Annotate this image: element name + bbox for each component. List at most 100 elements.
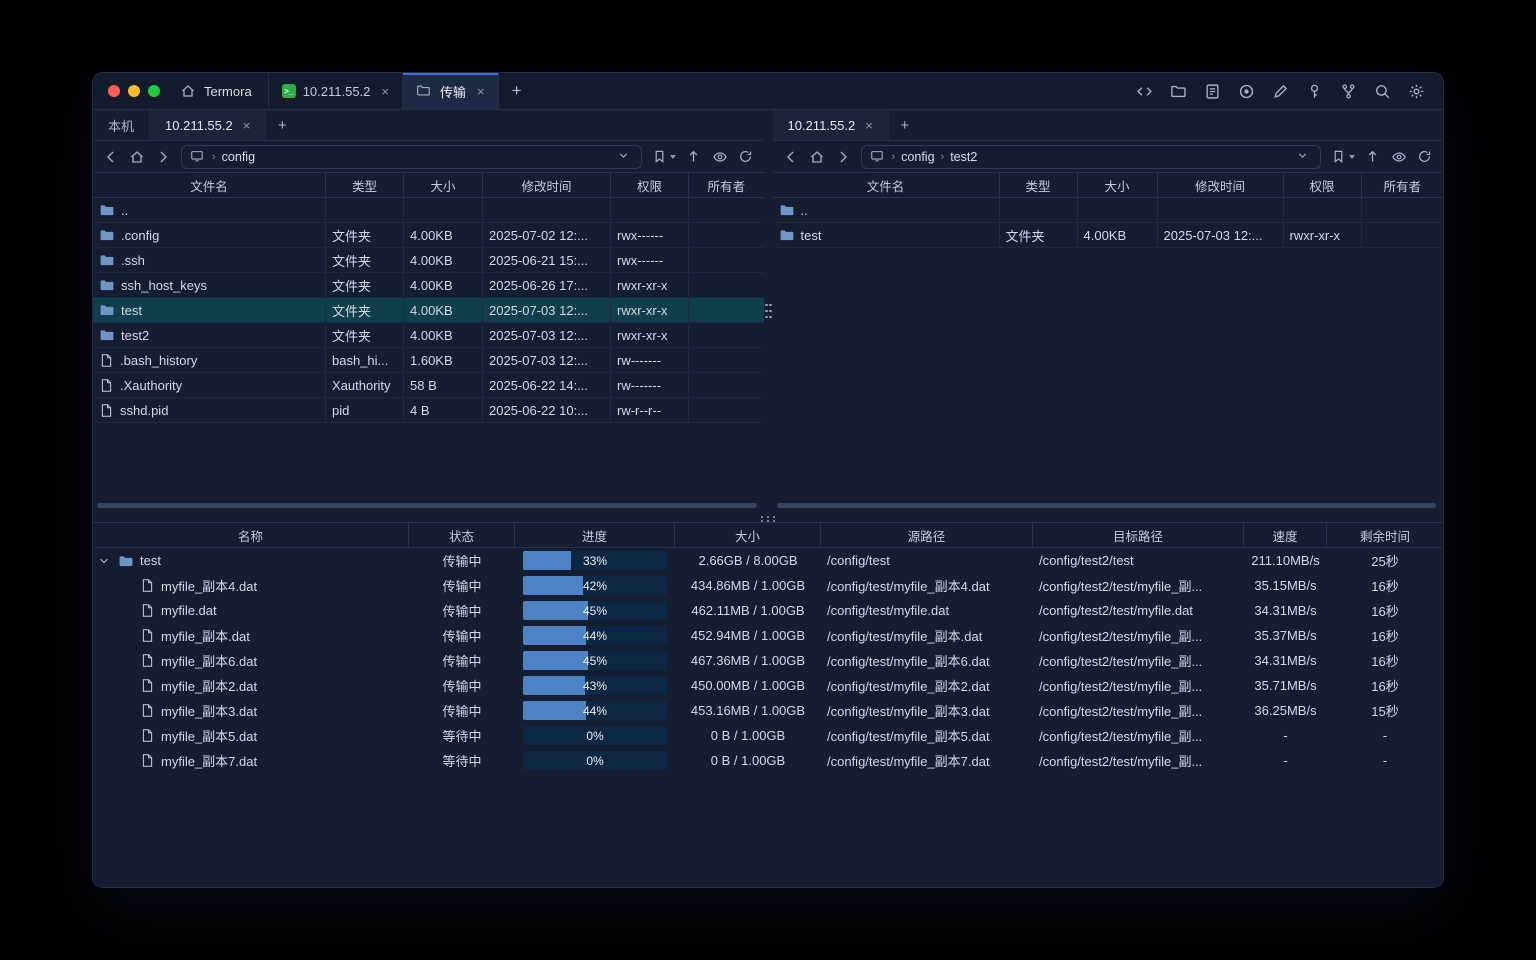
breadcrumb-segment[interactable]: config <box>901 150 934 164</box>
column-header-类型[interactable]: 类型 <box>1000 173 1078 197</box>
path-input[interactable]: ›config›test2 <box>861 145 1322 169</box>
transfer-target-path: /config/test2/test/myfile.dat <box>1033 598 1244 623</box>
column-header-源路径[interactable]: 源路径 <box>821 523 1033 547</box>
column-header-文件名[interactable]: 文件名 <box>773 173 1000 197</box>
file-name-cell: .Xauthority <box>93 373 326 398</box>
tab-remote-host[interactable]: 10.211.55.2 × <box>773 110 889 140</box>
app-home-tab[interactable]: Termora <box>170 73 268 109</box>
file-row[interactable]: .. <box>93 198 764 223</box>
file-icon <box>99 378 114 393</box>
horizontal-scrollbar[interactable] <box>97 503 757 508</box>
bookmark-button[interactable] <box>1331 149 1355 165</box>
edit-icon[interactable] <box>1272 83 1289 100</box>
log-icon[interactable] <box>1204 83 1221 100</box>
transfer-row[interactable]: myfile_副本5.dat等待中0%0 B / 1.00GB/config/t… <box>93 723 1443 748</box>
progress-bar: 42% <box>523 576 667 595</box>
code-icon[interactable] <box>1136 83 1153 100</box>
column-header-权限[interactable]: 权限 <box>611 173 689 197</box>
pane-splitter[interactable] <box>764 110 773 512</box>
transfer-row[interactable]: myfile_副本7.dat等待中0%0 B / 1.00GB/config/t… <box>93 748 1443 773</box>
column-header-名称[interactable]: 名称 <box>93 523 409 547</box>
folder-icon[interactable] <box>1170 83 1187 100</box>
file-row[interactable]: .ssh文件夹4.00KB2025-06-21 15:...rwx------ <box>93 248 764 273</box>
tab-remote-host[interactable]: 10.211.55.2 × <box>150 110 266 140</box>
transfers-splitter[interactable] <box>93 512 1443 522</box>
chevron-down-icon[interactable] <box>1296 149 1312 165</box>
file-row[interactable]: .bash_historybash_hi...1.60KB2025-07-03 … <box>93 348 764 373</box>
file-row[interactable]: test2文件夹4.00KB2025-07-03 12:...rwxr-xr-x <box>93 323 764 348</box>
parent-directory-icon[interactable] <box>1365 149 1381 165</box>
file-row[interactable]: .XauthorityXauthority58 B2025-06-22 14:.… <box>93 373 764 398</box>
close-tab-icon[interactable]: × <box>865 119 873 132</box>
column-header-剩余时间[interactable]: 剩余时间 <box>1327 523 1443 547</box>
column-header-修改时间[interactable]: 修改时间 <box>1158 173 1284 197</box>
column-header-进度[interactable]: 进度 <box>515 523 675 547</box>
column-header-权限[interactable]: 权限 <box>1284 173 1362 197</box>
transfer-progress-cell: 44% <box>515 623 675 648</box>
refresh-icon[interactable] <box>1417 149 1433 165</box>
breadcrumb-segment[interactable]: test2 <box>950 150 977 164</box>
minimize-window-button[interactable] <box>128 85 140 97</box>
refresh-icon[interactable] <box>738 149 754 165</box>
key-icon[interactable] <box>1306 83 1323 100</box>
column-header-修改时间[interactable]: 修改时间 <box>483 173 611 197</box>
back-icon[interactable] <box>783 149 799 165</box>
close-tab-icon[interactable]: × <box>477 85 485 98</box>
expand-chevron-icon[interactable] <box>98 555 112 567</box>
close-window-button[interactable] <box>108 85 120 97</box>
file-row[interactable]: ssh_host_keys文件夹4.00KB2025-06-26 17:...r… <box>93 273 764 298</box>
column-header-速度[interactable]: 速度 <box>1244 523 1327 547</box>
file-row[interactable]: test文件夹4.00KB2025-07-03 12:...rwxr-xr-x <box>93 298 764 323</box>
column-header-所有者[interactable]: 所有者 <box>1362 173 1444 197</box>
breadcrumb-segment[interactable]: config <box>222 150 255 164</box>
path-input[interactable]: ›config <box>181 145 642 169</box>
new-tab-button[interactable]: + <box>499 73 535 109</box>
tab-remote-label: 10.211.55.2 <box>788 118 856 133</box>
file-row[interactable]: .config文件夹4.00KB2025-07-02 12:...rwx----… <box>93 223 764 248</box>
transfer-size: 462.11MB / 1.00GB <box>675 598 821 623</box>
transfer-row[interactable]: myfile_副本.dat传输中44%452.94MB / 1.00GB/con… <box>93 623 1443 648</box>
file-row[interactable]: .. <box>773 198 1444 223</box>
file-mtime-cell <box>1158 198 1284 223</box>
column-header-目标路径[interactable]: 目标路径 <box>1033 523 1244 547</box>
new-pane-tab-button[interactable]: + <box>889 110 921 140</box>
show-hidden-eye-icon[interactable] <box>1391 149 1407 165</box>
tab-transfer[interactable]: 传输 × <box>402 73 499 109</box>
parent-directory-icon[interactable] <box>686 149 702 165</box>
column-header-大小[interactable]: 大小 <box>675 523 821 547</box>
home-icon[interactable] <box>809 149 825 165</box>
transfer-source-path: /config/test <box>821 548 1033 573</box>
column-header-文件名[interactable]: 文件名 <box>93 173 326 197</box>
transfer-row[interactable]: myfile_副本2.dat传输中43%450.00MB / 1.00GB/co… <box>93 673 1443 698</box>
bookmark-button[interactable] <box>652 149 676 165</box>
column-header-大小[interactable]: 大小 <box>404 173 483 197</box>
column-header-大小[interactable]: 大小 <box>1078 173 1158 197</box>
search-icon[interactable] <box>1374 83 1391 100</box>
tab-local[interactable]: 本机 <box>93 110 150 140</box>
home-icon[interactable] <box>129 149 145 165</box>
close-tab-icon[interactable]: × <box>381 85 389 98</box>
back-icon[interactable] <box>103 149 119 165</box>
close-tab-icon[interactable]: × <box>243 119 251 132</box>
zoom-window-button[interactable] <box>148 85 160 97</box>
file-row[interactable]: sshd.pidpid4 B2025-06-22 10:...rw-r--r-- <box>93 398 764 423</box>
git-branch-icon[interactable] <box>1340 83 1357 100</box>
transfer-row[interactable]: myfile_副本6.dat传输中45%467.36MB / 1.00GB/co… <box>93 648 1443 673</box>
horizontal-scrollbar[interactable] <box>777 503 1437 508</box>
settings-gear-icon[interactable] <box>1408 83 1425 100</box>
new-pane-tab-button[interactable]: + <box>266 110 298 140</box>
file-row[interactable]: test文件夹4.00KB2025-07-03 12:...rwxr-xr-x <box>773 223 1444 248</box>
tab-session[interactable]: >_ 10.211.55.2 × <box>268 73 402 109</box>
column-header-状态[interactable]: 状态 <box>409 523 515 547</box>
transfer-row[interactable]: test传输中33%2.66GB / 8.00GB/config/test/co… <box>93 548 1443 573</box>
transfer-row[interactable]: myfile_副本3.dat传输中44%453.16MB / 1.00GB/co… <box>93 698 1443 723</box>
column-header-所有者[interactable]: 所有者 <box>689 173 764 197</box>
record-icon[interactable] <box>1238 83 1255 100</box>
forward-icon[interactable] <box>835 149 851 165</box>
show-hidden-eye-icon[interactable] <box>712 149 728 165</box>
column-header-类型[interactable]: 类型 <box>326 173 404 197</box>
forward-icon[interactable] <box>155 149 171 165</box>
chevron-down-icon[interactable] <box>617 149 633 165</box>
transfer-row[interactable]: myfile_副本4.dat传输中42%434.86MB / 1.00GB/co… <box>93 573 1443 598</box>
transfer-row[interactable]: myfile.dat传输中45%462.11MB / 1.00GB/config… <box>93 598 1443 623</box>
